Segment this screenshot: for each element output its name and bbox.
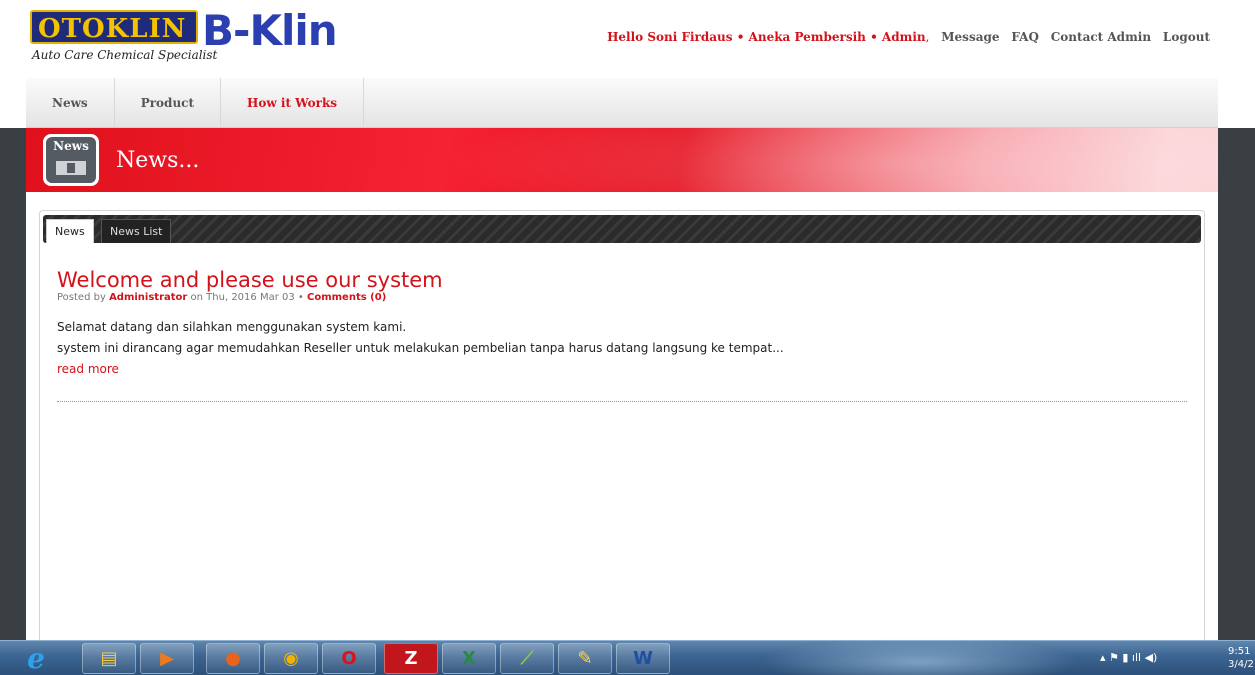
filezilla-icon[interactable]: Z bbox=[384, 643, 438, 674]
article-body: Selamat datang dan silahkan menggunakan … bbox=[57, 320, 784, 355]
message-link[interactable]: Message bbox=[941, 30, 999, 44]
logout-link[interactable]: Logout bbox=[1163, 30, 1210, 44]
logo-tagline: Auto Care Chemical Specialist bbox=[32, 48, 218, 62]
tab-bar: News News List bbox=[43, 215, 1201, 243]
internet-explorer-icon[interactable]: e bbox=[10, 642, 62, 675]
otoklin-logo: OTOKLIN bbox=[30, 10, 198, 44]
firefox-icon[interactable]: ● bbox=[206, 643, 260, 674]
bklin-logo: B-Klin bbox=[202, 6, 338, 55]
page-title: News... bbox=[116, 148, 200, 173]
contact-admin-link[interactable]: Contact Admin bbox=[1051, 30, 1151, 44]
site-logo[interactable]: OTOKLIN Auto Care Chemical Specialist B-… bbox=[30, 6, 350, 72]
excel-icon[interactable]: X bbox=[442, 643, 496, 674]
chart-app-icon[interactable]: ⟋ bbox=[500, 643, 554, 674]
system-tray[interactable]: ▴ ⚑ ▮ ıll ◀) bbox=[1100, 651, 1157, 664]
article-meta: Posted by Administrator on Thu, 2016 Mar… bbox=[57, 292, 387, 303]
read-more-link[interactable]: read more bbox=[57, 359, 1192, 379]
page-edge bbox=[1218, 0, 1255, 640]
faq-link[interactable]: FAQ bbox=[1011, 30, 1039, 44]
news-article: Welcome and please use our system Posted… bbox=[57, 269, 1192, 379]
news-icon: News bbox=[43, 134, 99, 186]
article-title[interactable]: Welcome and please use our system bbox=[57, 269, 1192, 291]
tab-news[interactable]: News bbox=[46, 219, 94, 243]
news-panel: News News List Welcome and please use ou… bbox=[39, 210, 1205, 650]
divider bbox=[57, 401, 1187, 402]
nav-item-how-it-works[interactable]: How it Works bbox=[221, 78, 365, 128]
nav-item-news[interactable]: News bbox=[26, 78, 115, 128]
site-header: OTOKLIN Auto Care Chemical Specialist B-… bbox=[0, 0, 1255, 78]
page-banner: News News... bbox=[26, 128, 1218, 192]
top-links: Hello Soni Firdaus • Aneka Pembersih • A… bbox=[607, 30, 1210, 44]
nav-item-product[interactable]: Product bbox=[115, 78, 222, 128]
article-author[interactable]: Administrator bbox=[109, 292, 187, 303]
word-icon[interactable]: W bbox=[616, 643, 670, 674]
chrome-icon[interactable]: ◉ bbox=[264, 643, 318, 674]
user-greeting: Hello Soni Firdaus • Aneka Pembersih • A… bbox=[607, 30, 926, 44]
clock[interactable]: 9:51 3/4/2 bbox=[1228, 645, 1254, 671]
tab-news-list[interactable]: News List bbox=[101, 219, 172, 243]
file-explorer-icon[interactable]: ▤ bbox=[82, 643, 136, 674]
main-nav: News Product How it Works bbox=[26, 78, 1218, 128]
paint-icon[interactable]: ✎ bbox=[558, 643, 612, 674]
windows-taskbar: e ▤ ▶ ● ◉ O Z X ⟋ ✎ W ▴ ⚑ ▮ ıll ◀) 9:51 … bbox=[0, 637, 1255, 675]
media-player-icon[interactable]: ▶ bbox=[140, 643, 194, 674]
comments-link[interactable]: Comments (0) bbox=[307, 292, 386, 303]
opera-icon[interactable]: O bbox=[322, 643, 376, 674]
